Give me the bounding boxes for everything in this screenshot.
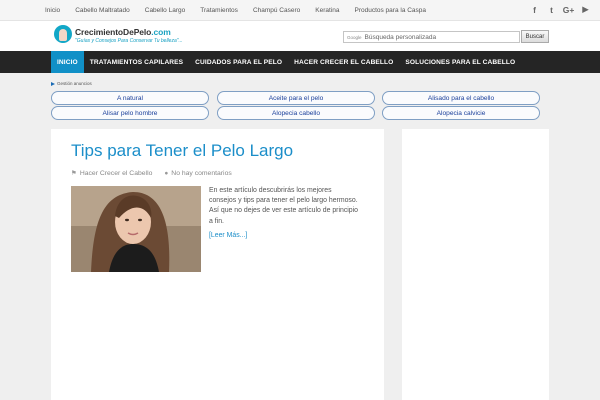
- logo-name: CrecimientoDePelo: [75, 27, 152, 37]
- topnav-item-cabello-maltratado[interactable]: Cabello Maltratado: [75, 7, 130, 14]
- post-meta: ⚑ Hacer Crecer el Cabello ● No hay comen…: [71, 169, 232, 178]
- nav-item-inicio[interactable]: INICIO: [51, 51, 84, 73]
- ad-label-text: Gestión anuncios: [57, 81, 92, 86]
- post-comments[interactable]: No hay comentarios: [171, 170, 231, 177]
- ad-link-alisar-pelo-hombre[interactable]: Alisar pelo hombre: [51, 106, 209, 120]
- post-category[interactable]: Hacer Crecer el Cabello: [80, 170, 153, 177]
- comments-icon: ●: [164, 169, 169, 177]
- youtube-icon[interactable]: ▶: [579, 3, 592, 16]
- site-logo[interactable]: CrecimientoDePelo.com: [75, 27, 171, 37]
- topnav-item-inicio[interactable]: Inicio: [45, 7, 60, 14]
- read-more-link[interactable]: [Leer Más...]: [209, 232, 247, 239]
- ad-link-alisado-cabello[interactable]: Alisado para el cabello: [382, 91, 540, 105]
- top-navigation: Inicio Cabello Maltratado Cabello Largo …: [45, 0, 441, 21]
- post-thumbnail-photo: [71, 186, 201, 272]
- topnav-item-productos-caspa[interactable]: Productos para la Caspa: [354, 7, 426, 14]
- logo-icon[interactable]: [54, 25, 72, 43]
- nav-item-soluciones[interactable]: SOLUCIONES PARA EL CABELLO: [399, 51, 521, 73]
- tag-icon: ⚑: [71, 170, 77, 177]
- nav-item-tratamientos-capilares[interactable]: TRATAMIENTOS CAPILARES: [84, 51, 189, 73]
- sidebar: [402, 129, 549, 400]
- main-navigation: INICIO TRATAMIENTOS CAPILARES CUIDADOS P…: [0, 51, 600, 73]
- ad-link-a-natural[interactable]: A natural: [51, 91, 209, 105]
- site-header: CrecimientoDePelo.com "Guías y Consejos …: [0, 21, 600, 51]
- post-excerpt: En este artículo descubrirás los mejores…: [209, 187, 359, 225]
- search-input[interactable]: [364, 33, 505, 41]
- topnav-item-keratina[interactable]: Keratina: [315, 7, 339, 14]
- topnav-item-cabello-largo[interactable]: Cabello Largo: [145, 7, 185, 14]
- nav-item-hacer-crecer[interactable]: HACER CRECER EL CABELLO: [288, 51, 399, 73]
- main-content: Tips para Tener el Pelo Largo ⚑ Hacer Cr…: [51, 129, 384, 400]
- ad-link-alopecia-cabello[interactable]: Alopecia cabello: [217, 106, 375, 120]
- facebook-icon[interactable]: f: [528, 3, 541, 16]
- ad-link-alopecia-calvicie[interactable]: Alopecia calvicie: [382, 106, 540, 120]
- search-brand: Google: [347, 34, 362, 40]
- ad-link-aceite-pelo[interactable]: Aceite para el pelo: [217, 91, 375, 105]
- ad-choices-icon: [51, 81, 55, 86]
- search-button[interactable]: Buscar: [521, 30, 549, 43]
- google-plus-icon[interactable]: G+: [562, 3, 575, 16]
- social-links: f t G+ ▶: [528, 3, 592, 16]
- search-box: Google: [343, 31, 520, 43]
- top-bar: Inicio Cabello Maltratado Cabello Largo …: [0, 0, 600, 21]
- twitter-icon[interactable]: t: [545, 3, 558, 16]
- topnav-item-champu-casero[interactable]: Champú Casero: [253, 7, 300, 14]
- topnav-item-tratamientos[interactable]: Tratamientos: [200, 7, 238, 14]
- nav-item-cuidados-pelo[interactable]: CUIDADOS PARA EL PELO: [189, 51, 288, 73]
- ad-choices-label[interactable]: Gestión anuncios: [51, 81, 92, 86]
- site-tagline: "Guías y Consejos Para Conservar Tu bell…: [75, 38, 183, 44]
- post-thumbnail[interactable]: [71, 186, 201, 272]
- post-title[interactable]: Tips para Tener el Pelo Largo: [71, 141, 293, 161]
- logo-tld: .com: [151, 27, 171, 37]
